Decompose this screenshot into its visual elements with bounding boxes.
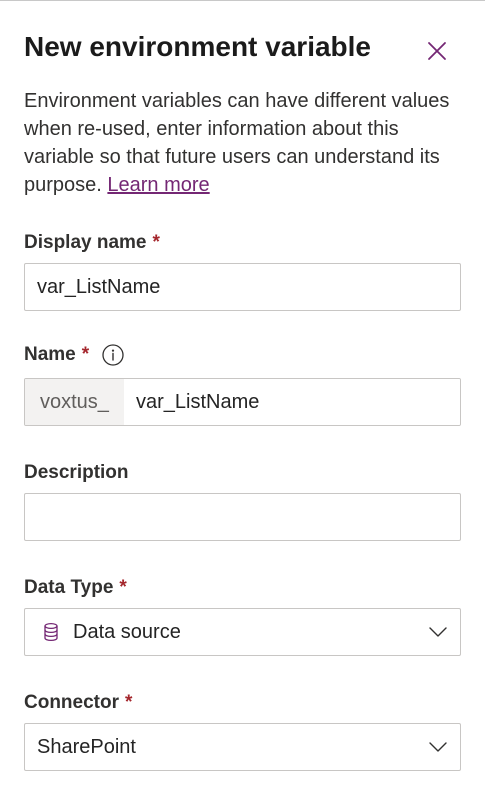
database-icon	[43, 622, 59, 642]
connector-dropdown[interactable]: SharePoint	[24, 723, 461, 771]
data-type-label: Data Type *	[24, 577, 127, 599]
new-environment-variable-panel: New environment variable Environment var…	[0, 0, 485, 793]
required-marker: *	[125, 692, 133, 713]
panel-description: Environment variables can have different…	[24, 87, 464, 199]
required-marker: *	[81, 344, 90, 365]
required-marker: *	[119, 577, 127, 598]
close-icon	[426, 40, 448, 62]
name-label-text: Name	[24, 344, 76, 365]
description-text: Environment variables can have different…	[24, 90, 450, 196]
display-name-label: Display name *	[24, 232, 160, 254]
name-input[interactable]	[124, 379, 460, 425]
data-type-label-text: Data Type	[24, 577, 114, 598]
data-type-value: Data source	[73, 620, 181, 643]
description-label-text: Description	[24, 462, 129, 483]
panel-title: New environment variable	[24, 31, 372, 62]
data-type-dropdown[interactable]: Data source	[24, 608, 461, 656]
description-label: Description	[24, 462, 129, 484]
info-icon[interactable]	[101, 343, 125, 367]
name-field: voxtus_	[24, 378, 461, 426]
connector-label-text: Connector	[24, 692, 119, 713]
name-prefix: voxtus_	[25, 379, 124, 425]
name-label: Name *	[24, 343, 125, 367]
connector-value: SharePoint	[37, 735, 136, 758]
display-name-label-text: Display name	[24, 232, 147, 253]
required-marker: *	[152, 232, 160, 253]
display-name-input[interactable]	[24, 263, 461, 311]
chevron-down-icon	[428, 626, 448, 638]
description-input[interactable]	[24, 493, 461, 541]
chevron-down-icon	[428, 741, 448, 753]
close-button[interactable]	[423, 37, 451, 65]
learn-more-link[interactable]: Learn more	[107, 174, 209, 196]
connector-label: Connector *	[24, 692, 132, 714]
